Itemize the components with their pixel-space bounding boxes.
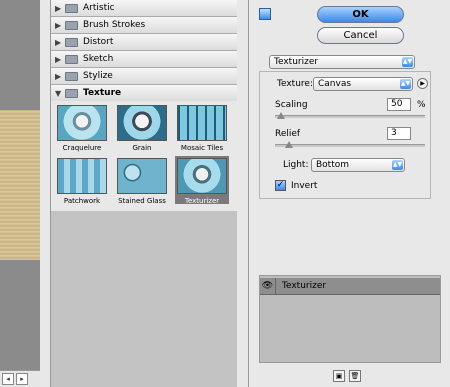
disclosure-triangle-icon[interactable]: ▶ [55,21,61,30]
thumbnail-label: Texturizer [184,197,220,205]
disclosure-triangle-icon[interactable]: ▶ [55,72,61,81]
folder-icon [65,72,78,81]
disclosure-triangle-icon[interactable]: ▶ [55,4,61,13]
layer-row[interactable]: 👁 Texturizer [260,278,440,295]
disclosure-triangle-open-icon[interactable]: ▼ [55,89,61,98]
preview-pane: ◂ ▸ [0,0,40,387]
category-label: Distort [83,37,114,47]
light-select-value: Bottom [316,160,350,170]
thumbnail-grid: Craquelure Grain Mosaic Tiles Patchwork … [51,101,237,211]
invert-checkbox[interactable]: ✓ [275,180,286,191]
thumbnail-label: Patchwork [63,197,101,205]
category-stylize[interactable]: ▶ Stylize [51,68,237,85]
disclosure-triangle-icon[interactable]: ▶ [55,38,61,47]
collapse-browser-button[interactable] [259,8,271,20]
thumbnail-patchwork[interactable]: Patchwork [55,158,109,205]
category-label: Brush Strokes [83,20,146,30]
folder-icon [65,21,78,30]
preview-background [0,0,40,110]
invert-label: Invert [291,181,318,191]
folder-icon [65,4,78,13]
scroll-left-arrow-icon[interactable]: ◂ [2,373,14,385]
delete-effect-layer-icon[interactable]: 🗑 [349,370,361,382]
thumbnail-texturizer[interactable]: Texturizer [175,156,229,205]
thumbnail-label: Mosaic Tiles [180,144,224,152]
thumbnail-image [177,105,227,141]
thumbnail-image [177,158,227,194]
select-arrow-icon: ▲▼ [400,79,411,89]
thumbnail-stained-glass[interactable]: Stained Glass [115,158,169,205]
thumbnail-image [117,158,167,194]
layer-name: Texturizer [282,281,327,291]
cancel-button[interactable]: Cancel [317,27,404,44]
ok-button[interactable]: OK [317,6,404,23]
thumbnail-label: Stained Glass [118,197,166,205]
thumbnail-image [117,105,167,141]
light-select[interactable]: Bottom ▲▼ [311,158,405,172]
folder-icon [65,55,78,64]
scroll-right-arrow-icon[interactable]: ▸ [16,373,28,385]
category-distort[interactable]: ▶ Distort [51,34,237,51]
category-label: Sketch [83,54,114,64]
browser-empty-area [51,211,237,387]
effect-layers-list: 👁 Texturizer [259,275,441,363]
scaling-input[interactable]: 50 [387,98,411,111]
scaling-unit: % [417,100,426,110]
thumbnail-label: Grain [132,144,152,152]
texture-label: Texture: [277,79,313,89]
preview-scrollbar[interactable]: ◂ ▸ [0,370,40,387]
slider-knob[interactable] [285,141,293,148]
preview-canvas[interactable] [0,110,40,260]
thumbnail-craquelure[interactable]: Craquelure [55,105,109,152]
folder-icon [65,38,78,47]
thumbnail-mosaic-tiles[interactable]: Mosaic Tiles [175,105,229,152]
select-arrow-icon: ▲▼ [402,57,413,67]
category-label: Texture [83,88,122,98]
category-label: Artistic [83,3,115,13]
preview-background [0,260,40,370]
category-brush-strokes[interactable]: ▶ Brush Strokes [51,17,237,34]
thumbnail-grain[interactable]: Grain [115,105,169,152]
category-sketch[interactable]: ▶ Sketch [51,51,237,68]
filter-browser: ▶ Artistic ▶ Brush Strokes ▶ Distort ▶ S… [50,0,237,387]
slider-knob[interactable] [277,112,285,119]
texture-menu-icon[interactable]: ▶ [417,78,428,89]
relief-label: Relief [275,129,301,139]
new-effect-layer-icon[interactable]: ▣ [333,370,345,382]
scaling-label: Scaling [275,100,308,110]
texture-select[interactable]: Canvas ▲▼ [313,77,413,91]
category-label: Stylize [83,71,113,81]
thumbnail-image [57,105,107,141]
thumbnail-image [57,158,107,194]
eye-icon[interactable]: 👁 [260,278,276,295]
scaling-slider[interactable] [275,112,425,119]
texture-select-value: Canvas [318,79,352,89]
relief-slider[interactable] [275,141,425,148]
light-label: Light: [283,160,309,170]
relief-input[interactable]: 3 [387,127,411,140]
filter-select-value: Texturizer [274,57,319,67]
folder-icon [65,89,78,98]
category-texture[interactable]: ▼ Texture [51,85,237,102]
filter-select[interactable]: Texturizer ▲▼ [269,55,415,69]
disclosure-triangle-icon[interactable]: ▶ [55,55,61,64]
settings-panel: OK Cancel Texturizer ▲▼ Texture: Canvas … [248,0,450,387]
select-arrow-icon: ▲▼ [392,160,403,170]
category-artistic[interactable]: ▶ Artistic [51,0,237,17]
thumbnail-label: Craquelure [62,144,102,152]
